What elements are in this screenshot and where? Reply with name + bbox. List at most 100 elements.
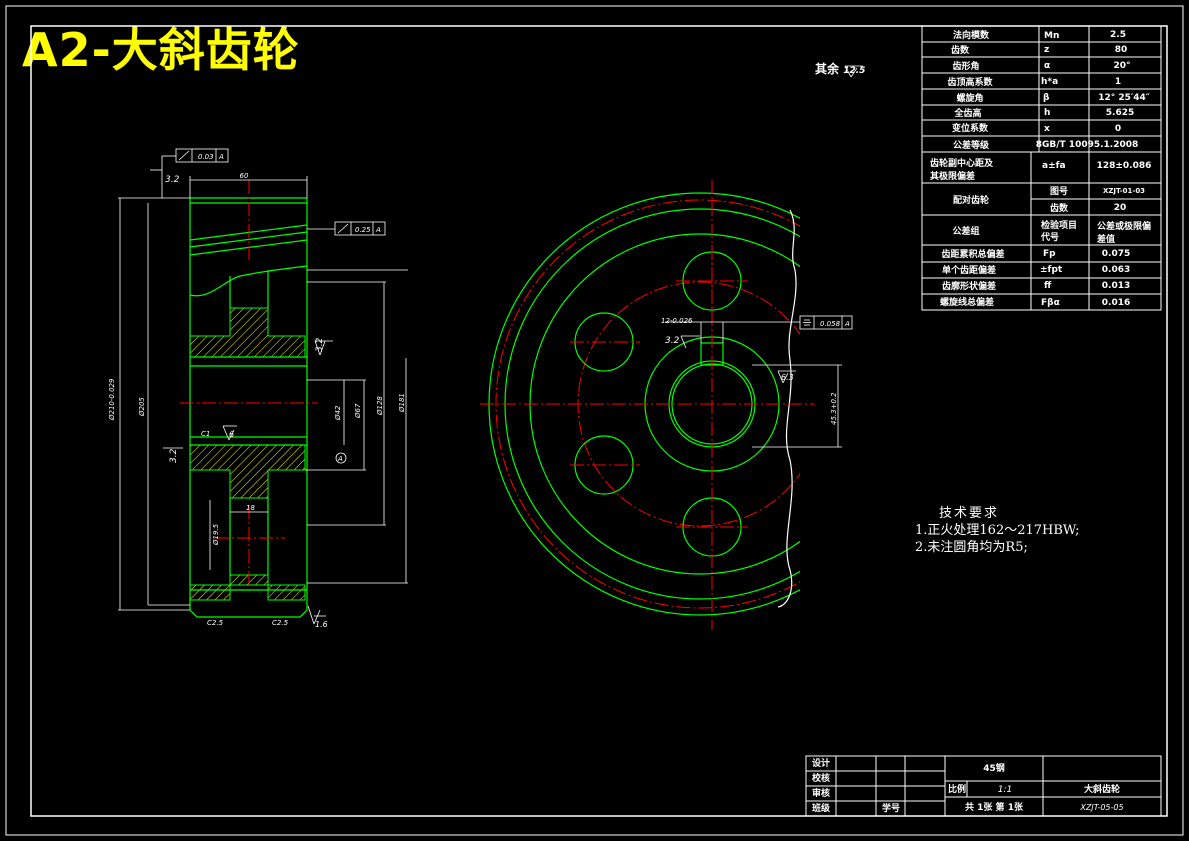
rough-bottom: 1.6 [315, 620, 328, 629]
web-thickness: 18 [246, 504, 255, 512]
param-name: 全齿高 [953, 107, 981, 119]
group-c3a: 公差或极限偏 [1097, 220, 1151, 232]
dia-hub: Ø67 [354, 403, 362, 419]
param-symbol: z [1044, 45, 1049, 55]
symmetry-datum: A [844, 320, 850, 328]
tol-symbol: ±fpt [1040, 265, 1063, 275]
key-tolerance: 12-0.026 [661, 317, 693, 325]
param-name: 齿形角 [952, 60, 979, 72]
accuracy-name: 公差等级 [953, 139, 990, 151]
student-no-label: 学号 [882, 802, 900, 814]
dia-holes: Ø128 [376, 396, 384, 416]
symmetry-symbol [803, 319, 811, 326]
material: 45钢 [983, 762, 1005, 774]
role-review: 审核 [812, 787, 830, 799]
scale-label: 比例 [948, 783, 966, 795]
param-value: 5.625 [1106, 108, 1134, 118]
runout-mid-datum: A [375, 226, 381, 234]
param-value: 12° 25′44″ [1098, 93, 1150, 103]
inner-border [30, 25, 1168, 817]
param-name: 法向模数 [953, 29, 990, 41]
param-value: 1 [1115, 77, 1121, 87]
dim-width: 60 [240, 172, 249, 180]
hatch-rim-bottom [189, 574, 306, 601]
hatch-lower-web [189, 444, 306, 499]
break-line [777, 209, 797, 608]
tol-symbol: Fβα [1041, 298, 1060, 308]
gdt-frames [162, 148, 386, 625]
sheet-count: 共 1张 第 1张 [965, 801, 1024, 813]
role-check: 校核 [812, 772, 830, 784]
role-class: 班级 [812, 802, 831, 814]
dia-bore: Ø42 [334, 405, 342, 421]
accuracy-value: 8GB/T 10095.1.2008 [1036, 140, 1139, 150]
param-symbol: β [1043, 93, 1050, 103]
tol-name: 齿距累积总偏差 [941, 248, 1004, 260]
part-name: 大斜齿轮 [1084, 783, 1120, 795]
tol-symbol: ff [1044, 281, 1052, 291]
tol-name: 螺旋线总偏差 [940, 296, 994, 308]
role-design: 设计 [812, 757, 830, 769]
group-name: 公差组 [952, 225, 979, 237]
front-view: 12-0.026 3.2 0.058 A 45.3+0.2 6.3 [480, 180, 853, 630]
param-symbol: x [1044, 124, 1050, 134]
runout-mid-value: 0.25 [355, 226, 371, 234]
front-dimensions [665, 315, 853, 448]
section-view: 60 0.03 A 0.25 A 3.2 3.2 3.2 6 1.6 Ø210-… [108, 148, 408, 629]
rough-bore: 3.2 [169, 448, 179, 463]
keyway-depth: 45.3+0.2 [830, 392, 838, 425]
mating-name: 配对齿轮 [953, 194, 989, 206]
param-value: 0 [1115, 124, 1121, 134]
tol-value: 0.063 [1102, 265, 1130, 275]
group-c2a: 检验项目 [1041, 219, 1077, 231]
param-value: 2.5 [1110, 30, 1126, 40]
center-value: 128±0.086 [1097, 161, 1152, 171]
drawing-canvas: 法向模数 Mn 2.5 齿数 z 80 齿形角 α 20° 齿顶高系数 h*a … [5, 5, 1184, 836]
param-symbol: Mn [1044, 31, 1059, 41]
mating-r1-value: XZJT-01-03 [1103, 187, 1145, 195]
tol-value: 0.013 [1102, 281, 1130, 291]
roughness-other-symbol [844, 65, 863, 78]
param-symbol: h [1044, 108, 1050, 118]
chamfer-bottom-1: C2.5 [207, 619, 224, 627]
chamfer-left: C1 [201, 430, 210, 438]
mating-r2-value: 20 [1114, 203, 1127, 213]
rough-top: 3.2 [165, 175, 180, 185]
param-symbol: α [1044, 61, 1050, 71]
chamfer-bottom-2: C2.5 [272, 619, 289, 627]
rough-key: 6.3 [781, 373, 794, 382]
hatch-upper-web [189, 307, 306, 358]
section-dim-text: 60 0.03 A 0.25 A 3.2 3.2 3.2 6 1.6 Ø210-… [108, 153, 406, 629]
drawing-number: XZJT-05-05 [1079, 803, 1123, 812]
dia-rim: Ø181 [398, 393, 406, 413]
param-symbol: h*a [1041, 77, 1058, 87]
dia-root: Ø205 [138, 397, 146, 417]
mating-r1-label: 图号 [1050, 186, 1068, 197]
dia-web: Ø19.5 [212, 523, 220, 546]
parameter-table-text: 法向模数 Mn 2.5 齿数 z 80 齿形角 α 20° 齿顶高系数 h*a … [930, 29, 1151, 308]
tol-symbol: Fp [1043, 249, 1056, 259]
param-name: 齿数 [951, 44, 970, 56]
tol-name: 齿廓形状偏差 [942, 280, 996, 292]
datum-circle-label: A [337, 455, 343, 463]
tol-value: 0.075 [1102, 249, 1130, 259]
rough-mid: 6 [229, 430, 234, 439]
runout-top-value: 0.03 [198, 153, 214, 161]
param-value: 80 [1115, 45, 1128, 55]
center-name-2: 其极限偏差 [930, 170, 975, 182]
param-name: 螺旋角 [956, 92, 983, 104]
outer-border [5, 5, 1184, 836]
tol-name: 单个齿距偏差 [942, 264, 996, 276]
param-name: 齿顶高系数 [947, 76, 993, 88]
scale-value: 1:1 [998, 785, 1012, 795]
rough-hub: 3.2 [315, 337, 325, 352]
dia-tip: Ø210-0.029 [108, 378, 116, 421]
runout-top-datum: A [218, 153, 224, 161]
group-c2b: 代号 [1040, 231, 1059, 243]
param-value: 20° [1113, 61, 1130, 71]
param-name: 变位系数 [952, 122, 989, 134]
center-name-1: 齿轮副中心距及 [930, 157, 994, 169]
symmetry-value: 0.058 [820, 320, 841, 328]
center-symbol: a±fa [1042, 161, 1066, 171]
section-dimensions [118, 156, 408, 611]
